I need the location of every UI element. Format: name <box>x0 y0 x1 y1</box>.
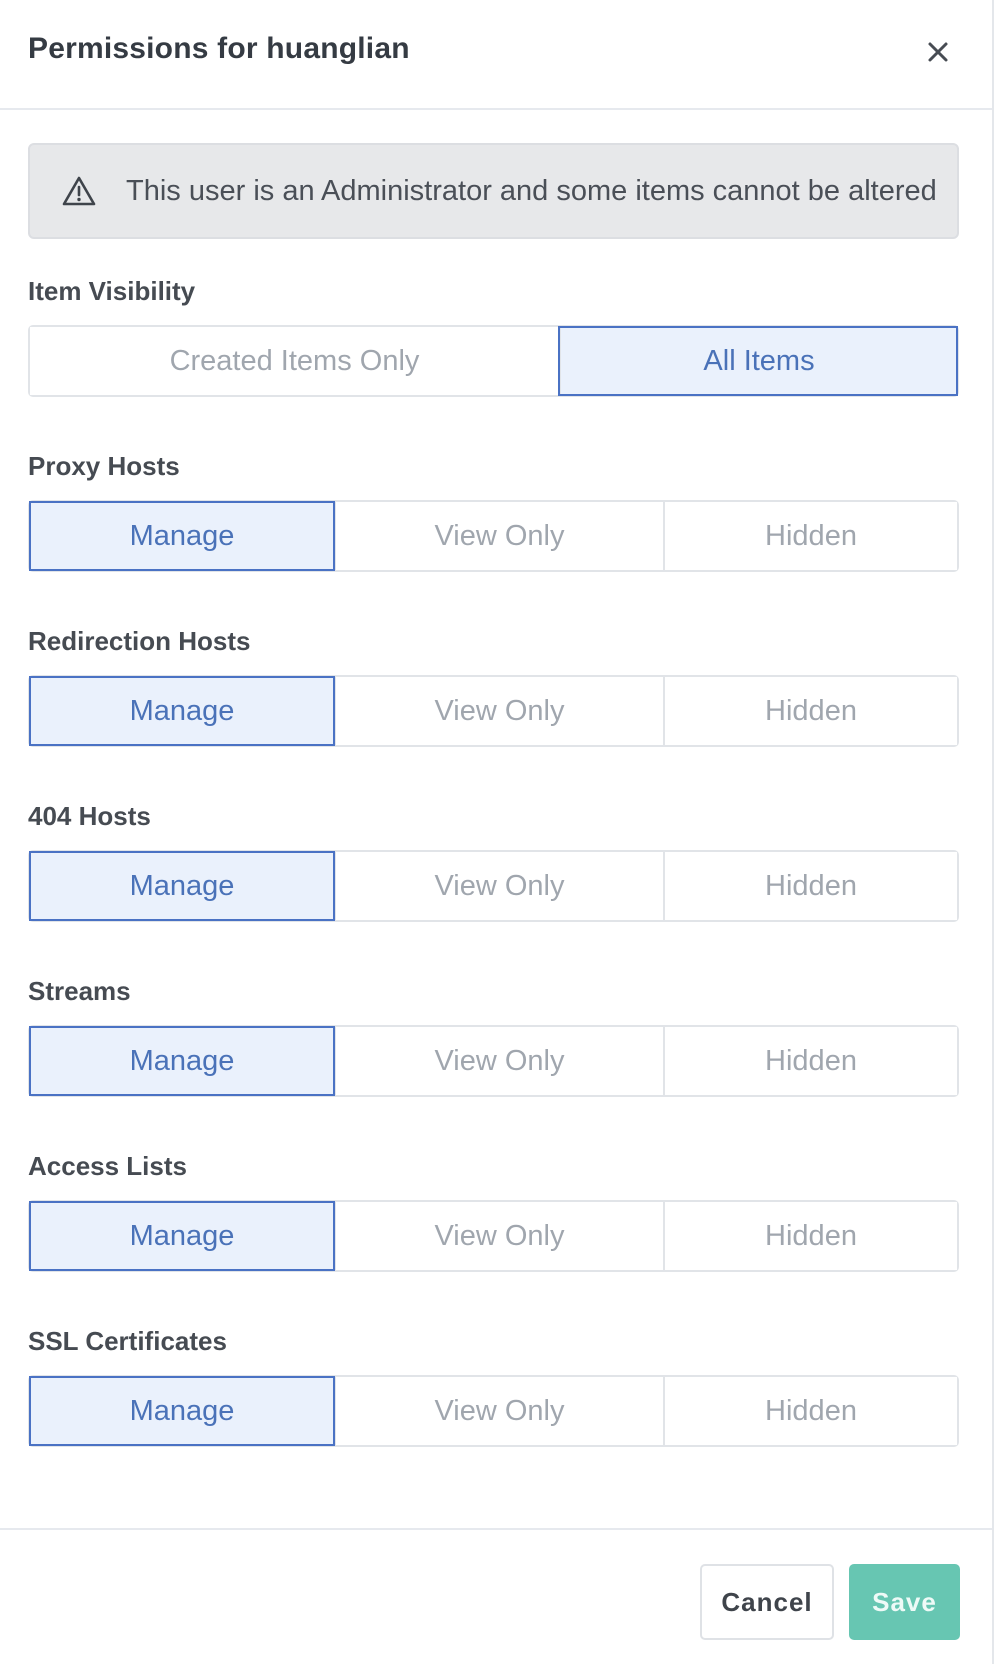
section-label-ssl-certificates: SSL Certificates <box>28 1326 227 1356</box>
redirection-hosts-hidden-option[interactable]: Hidden <box>663 677 957 745</box>
proxy-hosts-hidden-option[interactable]: Hidden <box>663 502 957 570</box>
redirection-hosts-permission-toggle: Manage View Only Hidden <box>28 675 959 747</box>
permissions-modal: Permissions for huanglian This user is a… <box>0 0 994 1664</box>
save-button[interactable]: Save <box>849 1564 960 1640</box>
close-button[interactable] <box>920 34 956 70</box>
redirection-hosts-manage-option[interactable]: Manage <box>29 676 335 746</box>
modal-footer: Cancel Save <box>0 1528 992 1664</box>
close-icon <box>928 42 948 62</box>
access-lists-permission-toggle: Manage View Only Hidden <box>28 1200 959 1272</box>
proxy-hosts-manage-option[interactable]: Manage <box>29 501 335 571</box>
modal-title: Permissions for huanglian <box>28 32 410 65</box>
streams-permission-toggle: Manage View Only Hidden <box>28 1025 959 1097</box>
item-visibility-label: Item Visibility <box>28 276 196 306</box>
404-hosts-manage-option[interactable]: Manage <box>29 851 335 921</box>
404-hosts-hidden-option[interactable]: Hidden <box>663 852 957 920</box>
access-lists-view-only-option[interactable]: View Only <box>334 1202 663 1270</box>
item-visibility-toggle: Created Items Only All Items <box>28 325 959 397</box>
created-items-only-option[interactable]: Created Items Only <box>30 327 559 395</box>
access-lists-hidden-option[interactable]: Hidden <box>663 1202 957 1270</box>
section-label-streams: Streams <box>28 976 131 1006</box>
ssl-certificates-permission-toggle: Manage View Only Hidden <box>28 1375 959 1447</box>
streams-manage-option[interactable]: Manage <box>29 1026 335 1096</box>
ssl-certificates-view-only-option[interactable]: View Only <box>334 1377 663 1445</box>
section-label-404-hosts: 404 Hosts <box>28 801 151 831</box>
section-label-access-lists: Access Lists <box>28 1151 187 1181</box>
section-label-redirection-hosts: Redirection Hosts <box>28 626 251 656</box>
streams-view-only-option[interactable]: View Only <box>334 1027 663 1095</box>
streams-hidden-option[interactable]: Hidden <box>663 1027 957 1095</box>
admin-alert: This user is an Administrator and some i… <box>28 143 959 239</box>
access-lists-manage-option[interactable]: Manage <box>29 1201 335 1271</box>
404-hosts-permission-toggle: Manage View Only Hidden <box>28 850 959 922</box>
cancel-button[interactable]: Cancel <box>700 1564 834 1640</box>
ssl-certificates-manage-option[interactable]: Manage <box>29 1376 335 1446</box>
redirection-hosts-view-only-option[interactable]: View Only <box>334 677 663 745</box>
all-items-option[interactable]: All Items <box>558 326 958 396</box>
404-hosts-view-only-option[interactable]: View Only <box>334 852 663 920</box>
warning-triangle-icon <box>62 176 96 206</box>
alert-text: This user is an Administrator and some i… <box>126 175 937 207</box>
modal-header: Permissions for huanglian <box>0 0 992 110</box>
proxy-hosts-view-only-option[interactable]: View Only <box>334 502 663 570</box>
ssl-certificates-hidden-option[interactable]: Hidden <box>663 1377 957 1445</box>
section-label-proxy-hosts: Proxy Hosts <box>28 451 180 481</box>
proxy-hosts-permission-toggle: Manage View Only Hidden <box>28 500 959 572</box>
